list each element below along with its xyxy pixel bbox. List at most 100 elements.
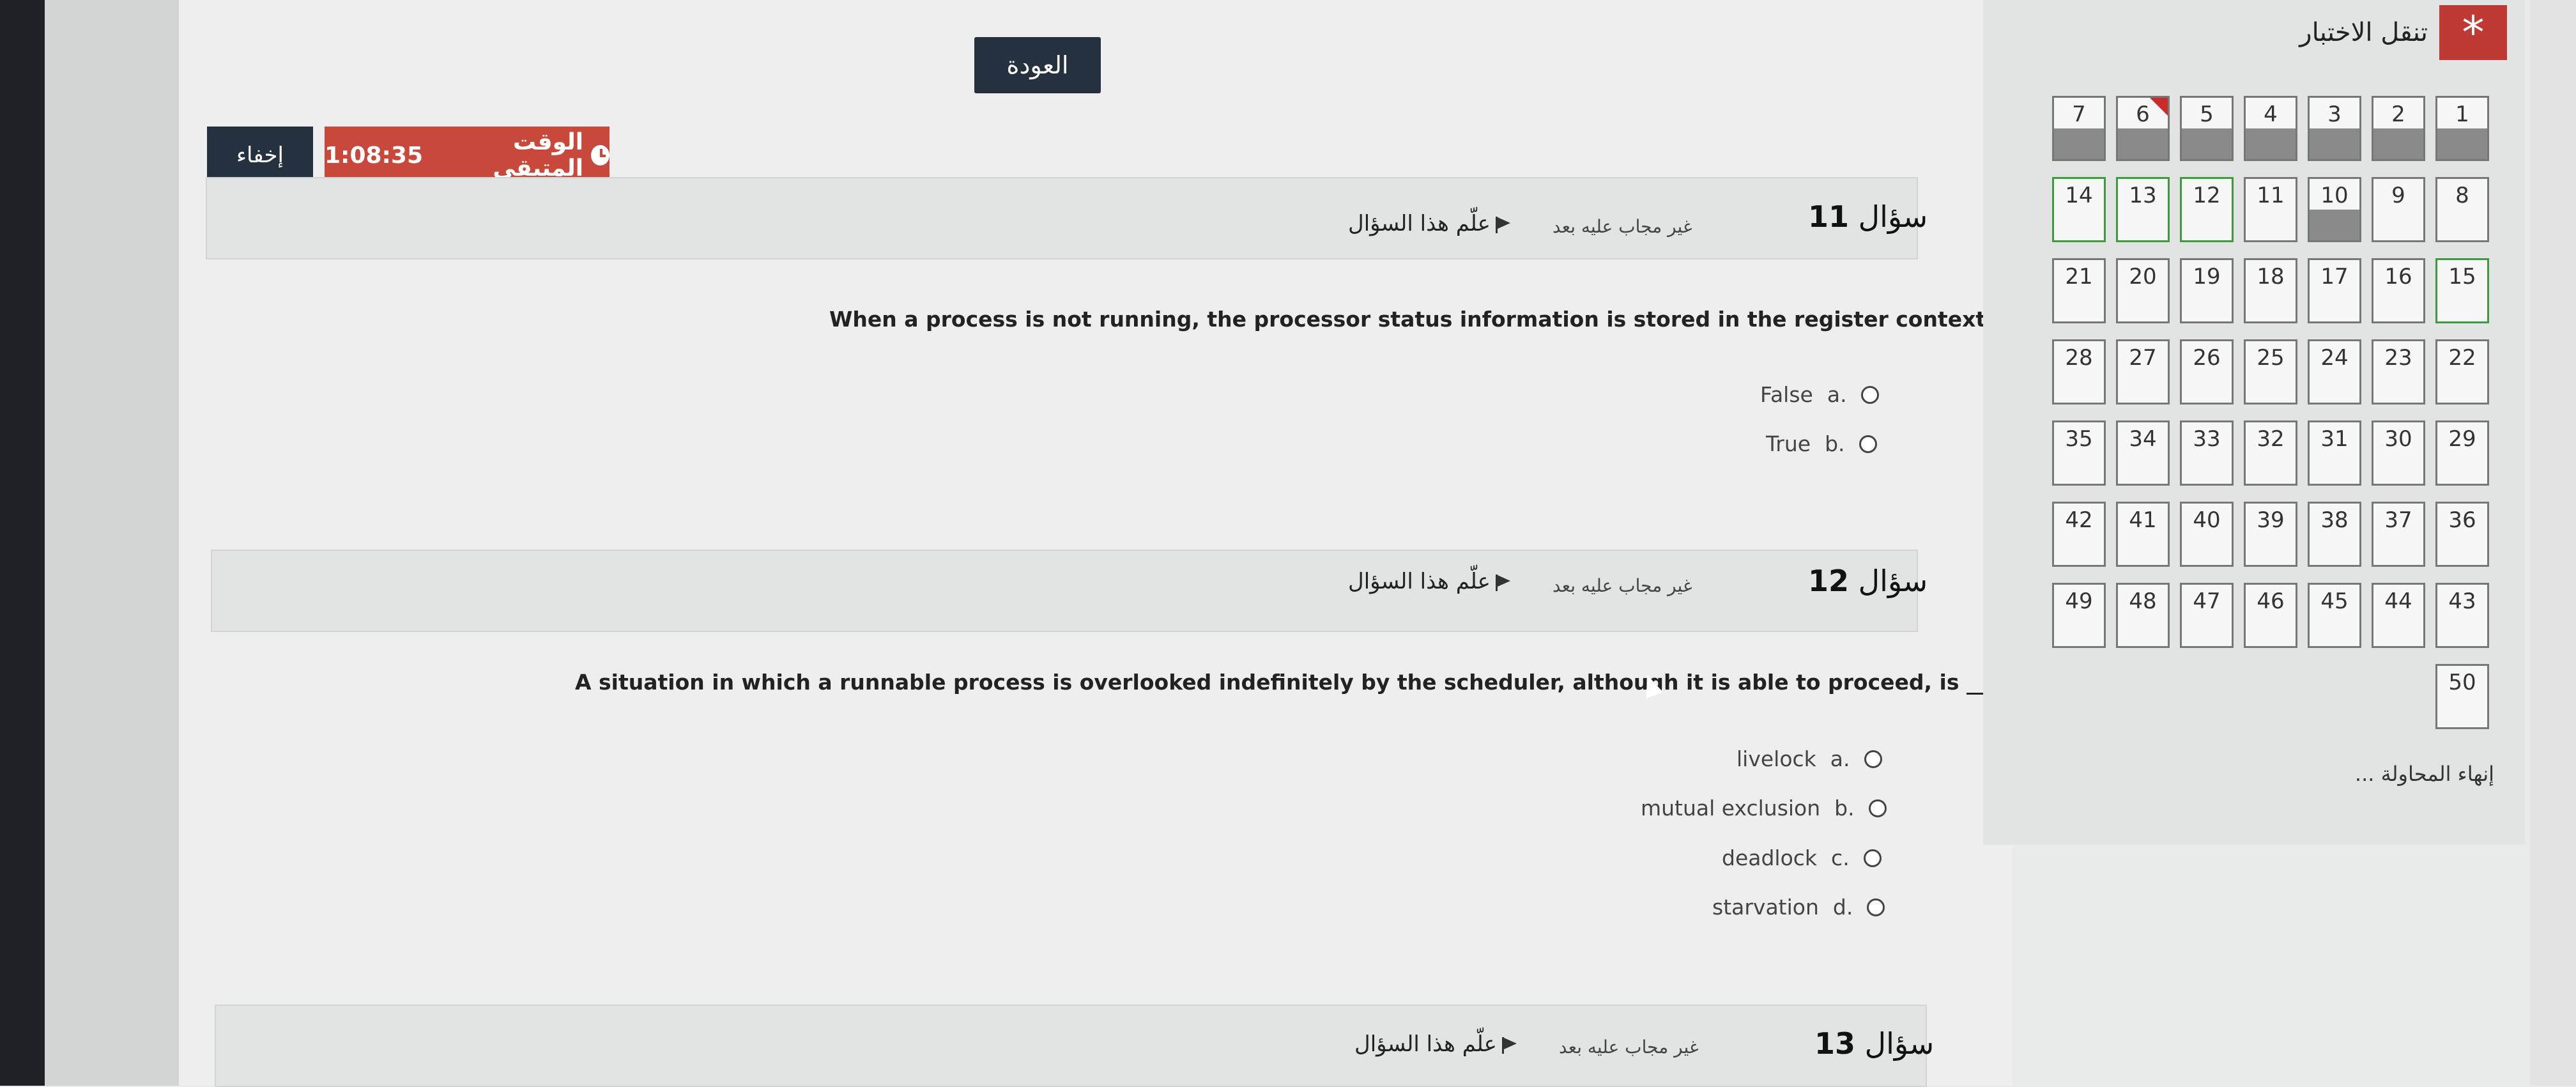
question-nav-button[interactable]: 50: [2435, 664, 2489, 729]
question-nav-button[interactable]: 11: [2244, 177, 2297, 242]
question-nav-number: 50: [2448, 670, 2476, 695]
question-nav-button[interactable]: 14: [2052, 177, 2106, 242]
question-nav-number: 14: [2065, 183, 2093, 208]
question-nav-number: 46: [2257, 589, 2285, 614]
flag-question-button[interactable]: علّم هذا السؤال: [1348, 569, 1512, 594]
question-nav-number: 1: [2455, 102, 2469, 127]
hide-timer-button[interactable]: إخفاء: [207, 127, 313, 184]
question-nav-number: 21: [2065, 264, 2093, 289]
question-nav-button[interactable]: 7: [2052, 96, 2106, 161]
radio-button[interactable]: [1863, 849, 1882, 867]
radio-button[interactable]: [1868, 799, 1887, 817]
flag-question-button[interactable]: علّم هذا السؤال: [1354, 1031, 1519, 1057]
answer-option[interactable]: False a.: [1760, 382, 1879, 407]
answer-option[interactable]: mutual exclusion b.: [1641, 796, 1887, 821]
question-nav-button[interactable]: 12: [2180, 177, 2234, 242]
navigation-title: تنقل الاختبار: [2299, 18, 2428, 47]
question-nav-button[interactable]: 5: [2180, 96, 2234, 161]
question-nav-number: 8: [2455, 183, 2469, 208]
question-nav-number: 40: [2193, 507, 2221, 533]
question-nav-button[interactable]: 23: [2372, 339, 2425, 405]
question-nav-button[interactable]: 15: [2435, 258, 2489, 323]
question-nav-button[interactable]: 36: [2435, 502, 2489, 567]
question-nav-button[interactable]: 46: [2244, 583, 2297, 648]
question-nav-button[interactable]: 18: [2244, 258, 2297, 323]
question-text: When a process is not running, the proce…: [829, 307, 2055, 332]
question-nav-number: 2: [2391, 102, 2405, 127]
question-nav-button[interactable]: 8: [2435, 177, 2489, 242]
answer-option[interactable]: starvation d.: [1712, 895, 1885, 920]
question-nav-button[interactable]: 44: [2372, 583, 2425, 648]
question-nav-number: 49: [2065, 589, 2093, 614]
question-nav-number: 44: [2384, 589, 2412, 614]
question-nav-button[interactable]: 30: [2372, 420, 2425, 486]
answered-indicator: [2054, 128, 2104, 159]
answer-option[interactable]: livelock a.: [1736, 746, 1882, 771]
question-nav-number: 16: [2384, 264, 2412, 289]
question-nav-button[interactable]: 31: [2308, 420, 2361, 486]
question-nav-button[interactable]: 37: [2372, 502, 2425, 567]
radio-button[interactable]: [1859, 435, 1877, 453]
question-nav-button[interactable]: 3: [2308, 96, 2361, 161]
page-margin: [45, 0, 179, 1086]
radio-button[interactable]: [1867, 898, 1885, 916]
question-nav-button[interactable]: 29: [2435, 420, 2489, 486]
radio-button[interactable]: [1860, 385, 1879, 404]
question-nav-button[interactable]: 17: [2308, 258, 2361, 323]
question-nav-number: 11: [2257, 183, 2285, 208]
question-nav-button[interactable]: 9: [2372, 177, 2425, 242]
question-nav-button[interactable]: 33: [2180, 420, 2234, 486]
question-nav-button[interactable]: 2: [2372, 96, 2425, 161]
clock-icon: [591, 145, 610, 166]
question-nav-number: 36: [2448, 507, 2476, 533]
question-text: A situation in which a runnable process …: [575, 670, 2070, 695]
question-nav-button[interactable]: 34: [2116, 420, 2170, 486]
question-nav-button[interactable]: 13: [2116, 177, 2170, 242]
answer-option[interactable]: True b.: [1766, 431, 1877, 456]
question-nav-button[interactable]: 19: [2180, 258, 2234, 323]
question-nav-button[interactable]: 1: [2435, 96, 2489, 161]
question-nav-button[interactable]: 4: [2244, 96, 2297, 161]
question-nav-button[interactable]: 41: [2116, 502, 2170, 567]
question-nav-button[interactable]: 6: [2116, 96, 2170, 161]
question-nav-button[interactable]: 32: [2244, 420, 2297, 486]
answer-option[interactable]: deadlock c.: [1722, 845, 1882, 870]
question-nav-button[interactable]: 27: [2116, 339, 2170, 405]
question-nav-button[interactable]: 47: [2180, 583, 2234, 648]
question-nav-button[interactable]: 45: [2308, 583, 2361, 648]
question-nav-button[interactable]: 42: [2052, 502, 2106, 567]
question-nav-button[interactable]: 35: [2052, 420, 2106, 486]
question-nav-button[interactable]: 26: [2180, 339, 2234, 405]
question-nav-button[interactable]: 21: [2052, 258, 2106, 323]
question-nav-button[interactable]: 39: [2244, 502, 2297, 567]
question-state: غير مجاب عليه بعد: [1552, 216, 1692, 237]
question-nav-button[interactable]: 20: [2116, 258, 2170, 323]
question-nav-button[interactable]: 40: [2180, 502, 2234, 567]
question-nav-button[interactable]: 43: [2435, 583, 2489, 648]
radio-button[interactable]: [1864, 750, 1882, 768]
question-nav-button[interactable]: 49: [2052, 583, 2106, 648]
question-nav-number: 3: [2327, 102, 2342, 127]
question-nav-number: 38: [2320, 507, 2349, 533]
question-nav-button[interactable]: 10: [2308, 177, 2361, 242]
question-nav-number: 13: [2129, 183, 2157, 208]
question-nav-button[interactable]: 25: [2244, 339, 2297, 405]
flag-question-button[interactable]: علّم هذا السؤال: [1348, 211, 1512, 236]
question-nav-number: 43: [2448, 589, 2476, 614]
question-nav-number: 24: [2320, 345, 2349, 371]
answered-indicator: [2310, 128, 2359, 159]
back-button[interactable]: العودة: [974, 37, 1101, 93]
timer-label: الوقت المتبقي: [493, 129, 584, 181]
question-nav-number: 35: [2065, 426, 2093, 452]
question-nav-button[interactable]: 48: [2116, 583, 2170, 648]
question-nav-button[interactable]: 22: [2435, 339, 2489, 405]
question-nav-number: 41: [2129, 507, 2157, 533]
question-nav-number: 28: [2065, 345, 2093, 371]
question-nav-number: 29: [2448, 426, 2476, 452]
question-nav-button[interactable]: 38: [2308, 502, 2361, 567]
finish-attempt-link[interactable]: إنهاء المحاولة ...: [2313, 762, 2494, 786]
question-nav-button[interactable]: 28: [2052, 339, 2106, 405]
question-nav-button[interactable]: 24: [2308, 339, 2361, 405]
question-nav-button[interactable]: 16: [2372, 258, 2425, 323]
question-nav-number: 26: [2193, 345, 2221, 371]
